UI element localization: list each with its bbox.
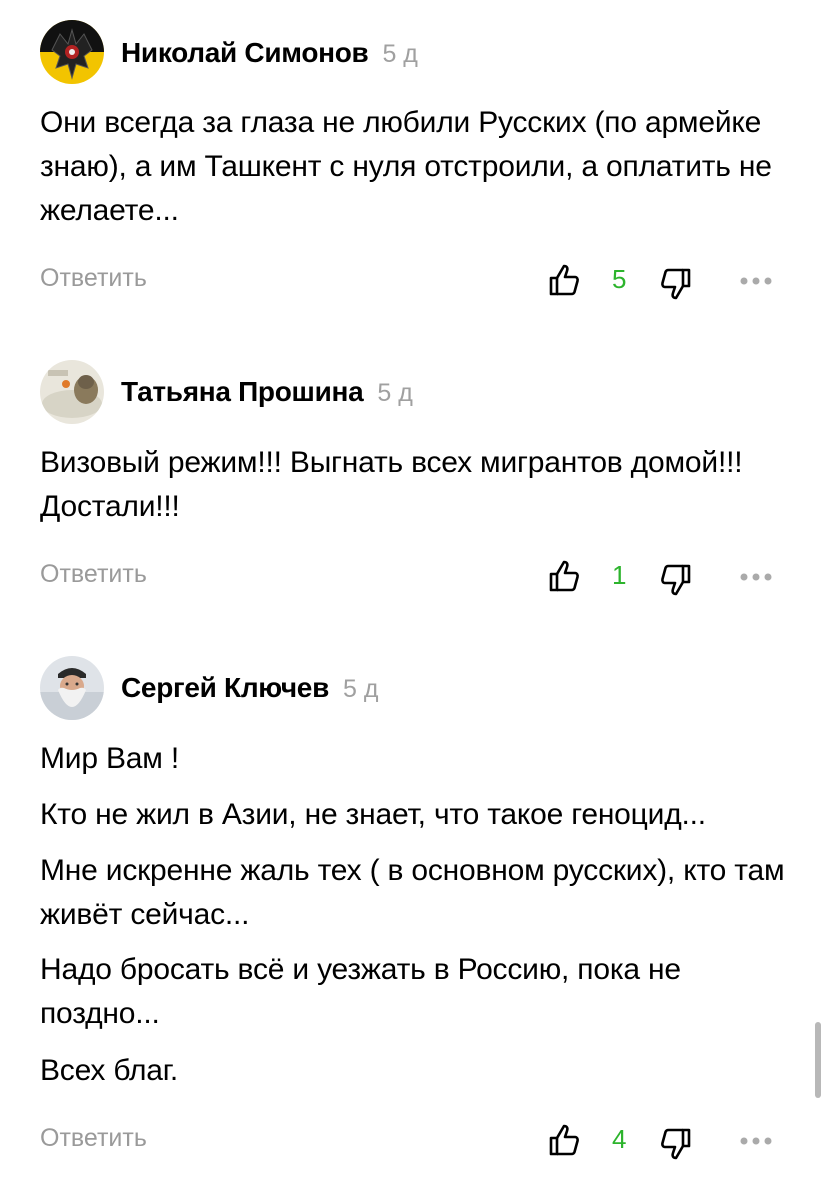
timestamp: 5 д — [377, 379, 413, 407]
scrollbar[interactable] — [815, 1022, 821, 1098]
comment-paragraph: Всех благ. — [40, 1054, 179, 1087]
likes-count: 5 — [612, 264, 627, 294]
reply-button[interactable]: Ответить — [40, 264, 147, 293]
thumbs-up-icon[interactable] — [547, 262, 583, 298]
reply-button[interactable]: Ответить — [40, 560, 147, 589]
timestamp: 5 д — [343, 675, 379, 703]
more-dots-icon[interactable] — [738, 275, 774, 287]
thumbs-up-icon[interactable] — [547, 1122, 583, 1158]
comment-paragraph: Надо бросать всё и уезжать в Россию, пок… — [40, 953, 681, 1030]
likes-count: 1 — [612, 560, 627, 590]
timestamp: 5 д — [382, 40, 418, 68]
avatar[interactable] — [40, 656, 104, 720]
author-name[interactable]: Татьяна Прошина 5 д — [121, 376, 413, 408]
thumbs-down-icon[interactable] — [657, 562, 693, 598]
comment-paragraph: Кто не жил в Азии, не знает, что такое г… — [40, 798, 706, 831]
thumbs-up-icon[interactable] — [547, 558, 583, 594]
avatar[interactable] — [40, 360, 104, 424]
comment-paragraph: Мне искренне жаль тех ( в основном русск… — [40, 854, 785, 931]
avatar[interactable] — [40, 20, 104, 84]
comment-paragraph: Мир Вам ! — [40, 742, 179, 775]
more-dots-icon[interactable] — [738, 571, 774, 583]
more-dots-icon[interactable] — [738, 1135, 774, 1147]
thumbs-down-icon[interactable] — [657, 1126, 693, 1162]
author-name-text: Сергей Ключев — [121, 672, 329, 703]
author-name[interactable]: Николай Симонов 5 д — [121, 37, 418, 69]
author-name[interactable]: Сергей Ключев 5 д — [121, 672, 378, 704]
thumbs-down-icon[interactable] — [657, 266, 693, 302]
reply-button[interactable]: Ответить — [40, 1124, 147, 1153]
author-name-text: Татьяна Прошина — [121, 376, 364, 407]
author-name-text: Николай Симонов — [121, 37, 369, 68]
likes-count: 4 — [612, 1124, 627, 1154]
comment-text: Они всегда за глаза не любили Русских (п… — [40, 106, 772, 227]
comment-text: Визовый режим!!! Выгнать всех мигрантов … — [40, 446, 743, 523]
